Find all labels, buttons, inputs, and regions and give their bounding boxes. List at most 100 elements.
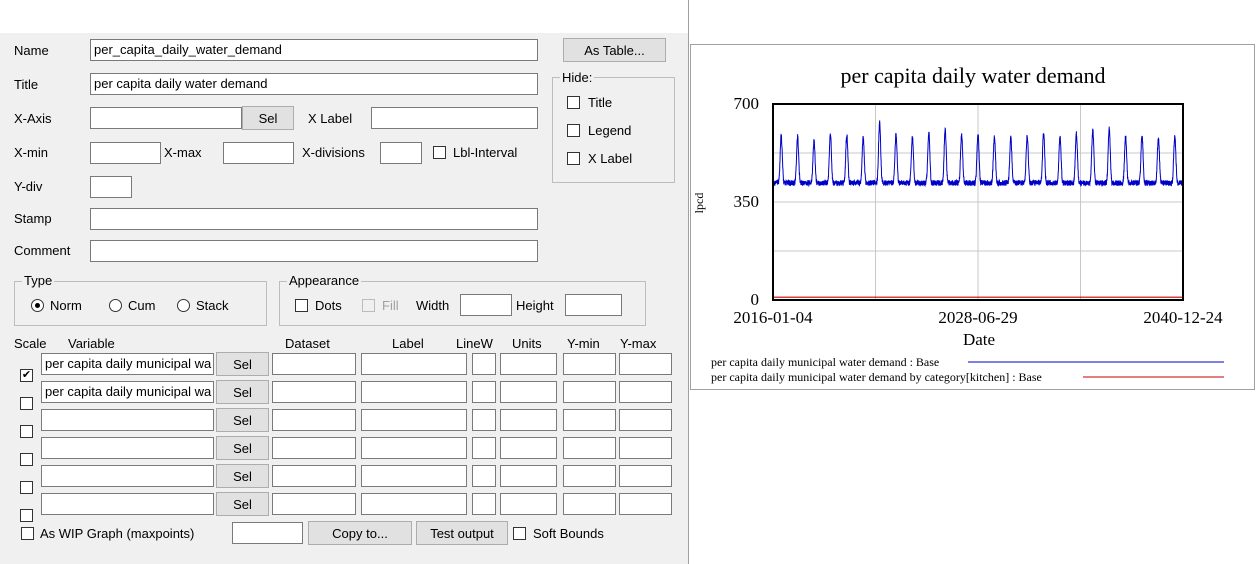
row-linew-field[interactable]: [472, 493, 496, 515]
row-ymax-field[interactable]: [619, 381, 672, 403]
xmax-label: X-max: [164, 145, 202, 160]
type-cum-radio[interactable]: [109, 299, 122, 312]
row-ymax-field[interactable]: [619, 465, 672, 487]
row-dataset-field[interactable]: [272, 465, 356, 487]
row-variable-field[interactable]: [41, 465, 214, 487]
lbl-interval-checkbox[interactable]: [433, 146, 446, 159]
y-tick-label: 700: [734, 94, 760, 113]
row-ymax-field[interactable]: [619, 353, 672, 375]
hide-group-title: Hide:: [560, 70, 595, 85]
row-units-field[interactable]: [500, 381, 557, 403]
col-header-ymax: Y-max: [620, 336, 657, 351]
row-scale-checkbox[interactable]: [20, 397, 33, 410]
row-sel-button[interactable]: Sel: [216, 408, 269, 432]
row-ymax-field[interactable]: [619, 437, 672, 459]
graph-preview-panel: per capita daily water demand lpcd Date …: [690, 44, 1255, 390]
row-linew-field[interactable]: [472, 353, 496, 375]
row-scale-checkbox[interactable]: [20, 481, 33, 494]
xdivisions-field[interactable]: [380, 142, 422, 164]
row-units-field[interactable]: [500, 437, 557, 459]
xmax-field[interactable]: [223, 142, 294, 164]
xmin-field[interactable]: [90, 142, 161, 164]
title-label: Title: [14, 77, 39, 92]
row-units-field[interactable]: [500, 409, 557, 431]
row-variable-field[interactable]: [41, 409, 214, 431]
lbl-interval-label: Lbl-Interval: [453, 145, 518, 160]
row-ymin-field[interactable]: [563, 465, 616, 487]
type-norm-radio[interactable]: [31, 299, 44, 312]
ydiv-field[interactable]: [90, 176, 132, 198]
row-sel-button[interactable]: Sel: [216, 380, 269, 404]
x-tick-label: 2028-06-29: [938, 308, 1017, 327]
height-field[interactable]: [565, 294, 622, 316]
y-tick-label: 350: [734, 192, 760, 211]
row-scale-checkbox[interactable]: [20, 425, 33, 438]
row-dataset-field[interactable]: [272, 353, 356, 375]
row-label-field[interactable]: [361, 353, 467, 375]
x-tick-label: 2016-01-04: [733, 308, 813, 327]
row-variable-field[interactable]: per capita daily municipal wa: [41, 381, 214, 403]
row-label-field[interactable]: [361, 381, 467, 403]
name-field[interactable]: per_capita_daily_water_demand: [90, 39, 538, 61]
row-ymin-field[interactable]: [563, 437, 616, 459]
row-units-field[interactable]: [500, 493, 557, 515]
width-field[interactable]: [460, 294, 512, 316]
row-sel-button[interactable]: Sel: [216, 464, 269, 488]
hide-xlabel-checkbox[interactable]: [567, 152, 580, 165]
hide-legend-checkbox[interactable]: [567, 124, 580, 137]
title-field[interactable]: per capita daily water demand: [90, 73, 538, 95]
row-label-field[interactable]: [361, 493, 467, 515]
row-ymax-field[interactable]: [619, 493, 672, 515]
chart-legend: per capita daily municipal water demand …: [711, 355, 1224, 384]
row-scale-checkbox[interactable]: [20, 509, 33, 522]
row-variable-field[interactable]: [41, 493, 214, 515]
soft-bounds-checkbox[interactable]: [513, 527, 526, 540]
dots-label: Dots: [315, 298, 342, 313]
test-output-button[interactable]: Test output: [416, 521, 508, 545]
wip-graph-checkbox[interactable]: [21, 527, 34, 540]
hide-title-checkbox[interactable]: [567, 96, 580, 109]
xaxis-sel-button[interactable]: Sel: [242, 106, 294, 130]
row-sel-button[interactable]: Sel: [216, 352, 269, 376]
row-dataset-field[interactable]: [272, 409, 356, 431]
row-ymin-field[interactable]: [563, 493, 616, 515]
wip-maxpoints-field[interactable]: [232, 522, 303, 544]
copy-to-button[interactable]: Copy to...: [308, 521, 412, 545]
col-header-scale: Scale: [14, 336, 47, 351]
type-stack-radio[interactable]: [177, 299, 190, 312]
row-ymin-field[interactable]: [563, 353, 616, 375]
comment-field[interactable]: [90, 240, 538, 262]
row-linew-field[interactable]: [472, 465, 496, 487]
row-variable-field[interactable]: [41, 437, 214, 459]
row-sel-button[interactable]: Sel: [216, 436, 269, 460]
row-variable-field[interactable]: per capita daily municipal wa: [41, 353, 214, 375]
xlabel-field[interactable]: [371, 107, 538, 129]
stamp-field[interactable]: [90, 208, 538, 230]
xdivisions-label: X-divisions: [302, 145, 365, 160]
row-dataset-field[interactable]: [272, 381, 356, 403]
row-ymin-field[interactable]: [563, 409, 616, 431]
row-label-field[interactable]: [361, 437, 467, 459]
row-scale-checkbox[interactable]: [20, 453, 33, 466]
row-ymax-field[interactable]: [619, 409, 672, 431]
row-units-field[interactable]: [500, 353, 557, 375]
as-table-button[interactable]: As Table...: [563, 38, 666, 62]
legend-entry-label: per capita daily municipal water demand …: [711, 355, 939, 369]
xaxis-field[interactable]: [90, 107, 242, 129]
col-header-units: Units: [512, 336, 542, 351]
dots-checkbox[interactable]: [295, 299, 308, 312]
row-linew-field[interactable]: [472, 437, 496, 459]
row-units-field[interactable]: [500, 465, 557, 487]
row-label-field[interactable]: [361, 465, 467, 487]
row-sel-button[interactable]: Sel: [216, 492, 269, 516]
row-linew-field[interactable]: [472, 409, 496, 431]
row-dataset-field[interactable]: [272, 437, 356, 459]
x-tick-label: 2040-12-24: [1143, 308, 1223, 327]
wip-graph-label: As WIP Graph (maxpoints): [40, 526, 195, 541]
row-linew-field[interactable]: [472, 381, 496, 403]
row-ymin-field[interactable]: [563, 381, 616, 403]
row-dataset-field[interactable]: [272, 493, 356, 515]
row-scale-checkbox[interactable]: ✔: [20, 369, 33, 382]
type-norm-label: Norm: [50, 298, 82, 313]
row-label-field[interactable]: [361, 409, 467, 431]
